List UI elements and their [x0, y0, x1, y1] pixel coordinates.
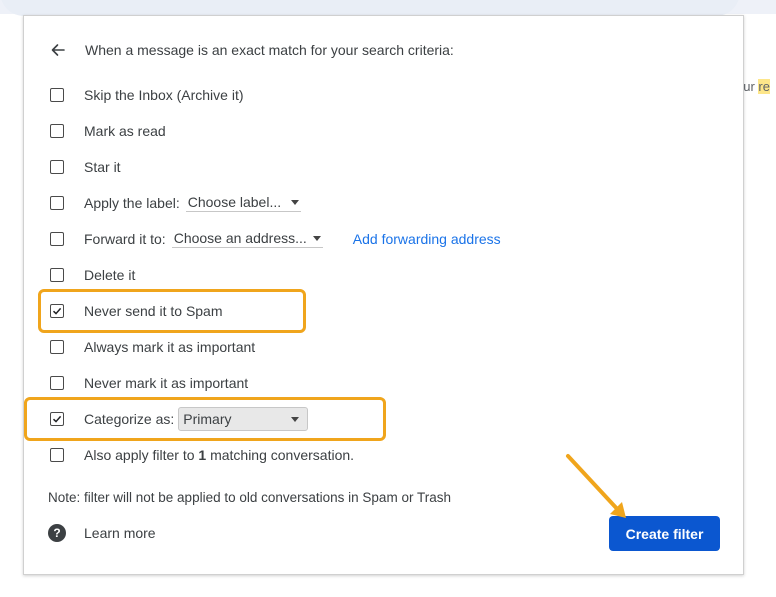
option-star: Star it: [50, 157, 121, 177]
option-label: Categorize as:: [84, 411, 175, 427]
option-label: Apply the label:: [84, 195, 180, 211]
option-categorize: Categorize as: Primary: [50, 407, 309, 431]
option-always-important: Always mark it as important: [50, 337, 255, 357]
dialog-header: When a message is an exact match for you…: [48, 40, 454, 60]
skip-inbox-checkbox[interactable]: [50, 88, 64, 102]
checkmark-icon: [52, 307, 62, 315]
filter-note: Note: filter will not be applied to old …: [48, 490, 451, 505]
apply-matching-checkbox[interactable]: [50, 448, 64, 462]
never-spam-checkbox[interactable]: [50, 304, 64, 318]
category-select[interactable]: Primary: [178, 407, 309, 431]
dropdown-caret-icon: [291, 199, 300, 205]
option-label: Delete it: [84, 267, 136, 283]
learn-more-link[interactable]: ? Learn more: [48, 524, 156, 542]
option-apply-matching: Also apply filter to 1 matching conversa…: [50, 445, 354, 465]
option-mark-read: Mark as read: [50, 121, 166, 141]
label-select-value: Choose label...: [187, 194, 282, 210]
dropdown-caret-icon: [291, 416, 300, 422]
create-filter-button[interactable]: Create filter: [609, 516, 720, 551]
label-select[interactable]: Choose label...: [185, 194, 302, 212]
option-apply-label: Apply the label: Choose label...: [50, 193, 302, 213]
search-bar-background: [0, 0, 740, 16]
option-label: Never mark it as important: [84, 375, 249, 391]
option-never-spam: Never send it to Spam: [50, 301, 223, 321]
learn-more-label: Learn more: [84, 525, 156, 541]
delete-checkbox[interactable]: [50, 268, 64, 282]
option-label: Skip the Inbox (Archive it): [84, 87, 244, 103]
mark-read-checkbox[interactable]: [50, 124, 64, 138]
forward-checkbox[interactable]: [50, 232, 64, 246]
forward-address-select[interactable]: Choose an address...: [171, 230, 323, 248]
option-forward: Forward it to: Choose an address... Add …: [50, 229, 501, 249]
checkmark-icon: [52, 415, 62, 423]
dialog-header-text: When a message is an exact match for you…: [85, 42, 454, 58]
dropdown-caret-icon: [312, 235, 321, 241]
option-delete: Delete it: [50, 265, 135, 285]
option-never-important: Never mark it as important: [50, 373, 248, 393]
filter-actions-dialog: When a message is an exact match for you…: [23, 15, 744, 575]
option-skip-inbox: Skip the Inbox (Archive it): [50, 85, 244, 105]
always-important-checkbox[interactable]: [50, 340, 64, 354]
categorize-checkbox[interactable]: [50, 412, 64, 426]
back-arrow-icon[interactable]: [48, 40, 68, 60]
star-it-checkbox[interactable]: [50, 160, 64, 174]
category-select-value: Primary: [183, 411, 232, 427]
never-important-checkbox[interactable]: [50, 376, 64, 390]
add-forwarding-address-link[interactable]: Add forwarding address: [353, 231, 501, 247]
option-label: Star it: [84, 159, 121, 175]
apply-label-checkbox[interactable]: [50, 196, 64, 210]
help-icon: ?: [48, 524, 66, 542]
option-label: Also apply filter to 1 matching conversa…: [84, 447, 355, 463]
option-label: Forward it to:: [84, 231, 166, 247]
option-label: Always mark it as important: [84, 339, 256, 355]
option-label: Mark as read: [84, 123, 166, 139]
forward-select-value: Choose an address...: [173, 230, 307, 246]
option-label: Never send it to Spam: [84, 303, 223, 319]
